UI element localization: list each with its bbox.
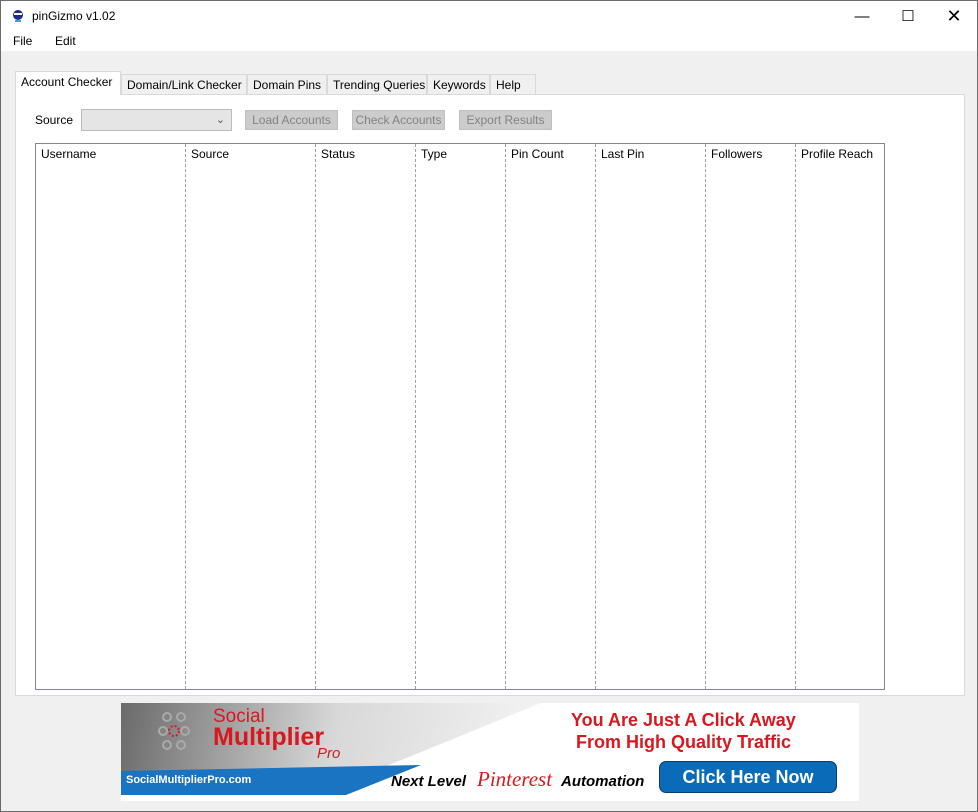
column-header-type[interactable]: Type bbox=[416, 144, 506, 689]
banner-headline-2: From High Quality Traffic bbox=[576, 732, 792, 752]
close-button[interactable]: ✕ bbox=[931, 1, 977, 31]
minimize-button[interactable]: — bbox=[839, 1, 885, 31]
app-window: pinGizmo v1.02 — ☐ ✕ File Edit Account C… bbox=[0, 0, 978, 812]
brand-name-3: Pro bbox=[317, 745, 341, 762]
banner-tagline-post: Automation bbox=[561, 773, 645, 790]
column-header-source[interactable]: Source bbox=[186, 144, 316, 689]
banner-tagline-pre: Next Level bbox=[391, 773, 467, 790]
load-accounts-button[interactable]: Load Accounts bbox=[245, 110, 338, 130]
banner-headline-1: You Are Just A Click Away bbox=[571, 710, 796, 730]
column-header-username[interactable]: Username bbox=[36, 144, 186, 689]
column-header-last-pin[interactable]: Last Pin bbox=[596, 144, 706, 689]
chevron-down-icon: ⌄ bbox=[215, 114, 225, 126]
banner-url[interactable]: SocialMultiplierPro.com bbox=[126, 774, 251, 786]
ad-banner[interactable]: Social Multiplier Pro SocialMultiplierPr… bbox=[121, 703, 859, 801]
column-header-status[interactable]: Status bbox=[316, 144, 416, 689]
column-header-pin-count[interactable]: Pin Count bbox=[506, 144, 596, 689]
app-icon bbox=[13, 10, 23, 22]
brand-name-2: Multiplier bbox=[213, 723, 325, 751]
brand-logo-icon bbox=[158, 712, 190, 750]
column-header-profile-reach[interactable]: Profile Reach bbox=[796, 144, 884, 689]
tab-trending-queries[interactable]: Trending Queries bbox=[327, 74, 427, 95]
tab-domain-link-checker[interactable]: Domain/Link Checker bbox=[121, 74, 247, 95]
pinterest-logo-text: Pinterest bbox=[477, 767, 553, 791]
tab-domain-pins[interactable]: Domain Pins bbox=[247, 74, 327, 95]
title-bar: pinGizmo v1.02 — ☐ ✕ bbox=[1, 1, 977, 31]
source-label: Source bbox=[35, 113, 74, 127]
tab-account-checker[interactable]: Account Checker bbox=[15, 71, 121, 95]
export-results-button[interactable]: Export Results bbox=[459, 110, 552, 130]
source-dropdown[interactable]: ⌄ bbox=[81, 109, 232, 131]
accounts-table[interactable]: Username Source Status Type Pin Count La… bbox=[35, 143, 885, 690]
menu-file[interactable]: File bbox=[13, 34, 32, 48]
menu-edit[interactable]: Edit bbox=[55, 34, 76, 48]
maximize-button[interactable]: ☐ bbox=[885, 1, 931, 31]
tab-keywords[interactable]: Keywords bbox=[427, 74, 490, 95]
tab-help[interactable]: Help bbox=[490, 74, 536, 95]
column-header-followers[interactable]: Followers bbox=[706, 144, 796, 689]
window-title: pinGizmo v1.02 bbox=[32, 9, 116, 23]
check-accounts-button[interactable]: Check Accounts bbox=[352, 110, 445, 130]
click-here-now-button[interactable]: Click Here Now bbox=[659, 761, 837, 793]
menu-bar: File Edit bbox=[1, 31, 977, 51]
